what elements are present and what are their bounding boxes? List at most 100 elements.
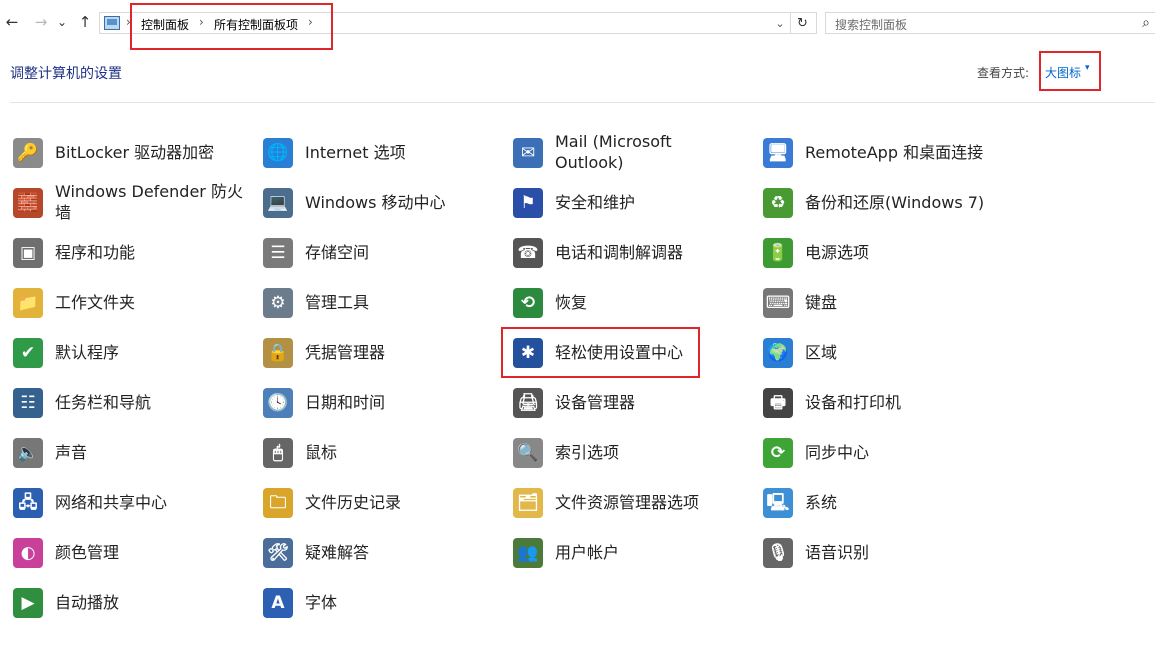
control-panel-item[interactable]: ✔ 默认程序 <box>0 327 245 377</box>
control-panel-item[interactable]: 🔋 电源选项 <box>750 227 995 277</box>
security-flag-icon-glyph: ⚑ <box>513 188 543 218</box>
date-time-icon: 🕓 <box>261 386 295 420</box>
mouse-icon: 🖱 <box>261 436 295 470</box>
network-icon-glyph: 🖧 <box>13 488 43 518</box>
control-panel-item[interactable]: 🌍 区域 <box>750 327 995 377</box>
control-panel-item[interactable]: ▶ 自动播放 <box>0 577 245 627</box>
control-panel-item[interactable]: ☎ 电话和调制解调器 <box>500 227 745 277</box>
control-panel-item[interactable]: ⟳ 同步中心 <box>750 427 995 477</box>
control-panel-item[interactable]: ♻ 备份和还原(Windows 7) <box>750 177 995 227</box>
devices-printers-icon: 🖶 <box>761 386 795 420</box>
sound-icon: 🔈 <box>11 436 45 470</box>
credential-manager-icon: 🔒 <box>261 336 295 370</box>
control-panel-item[interactable]: ☷ 任务栏和导航 <box>0 377 245 427</box>
up-icon[interactable]: ↑ <box>76 13 94 31</box>
work-folders-icon: 📁 <box>11 286 45 320</box>
control-panel-item[interactable]: 🖥 RemoteApp 和桌面连接 <box>750 127 995 177</box>
control-panel-item[interactable]: ⚙ 管理工具 <box>250 277 495 327</box>
control-panel-item[interactable]: 🔑 BitLocker 驱动器加密 <box>0 127 245 177</box>
region-icon-glyph: 🌍 <box>763 338 793 368</box>
control-panel-item[interactable]: 🗂 文件资源管理器选项 <box>500 477 745 527</box>
control-panel-item[interactable]: ✱ 轻松使用设置中心 <box>500 327 745 377</box>
system-icon: 🖳 <box>761 486 795 520</box>
default-programs-icon-glyph: ✔ <box>13 338 43 368</box>
control-panel-item-label: 轻松使用设置中心 <box>555 342 684 362</box>
device-manager-icon: 🖨 <box>511 386 545 420</box>
speech-recognition-icon-glyph: 🎙 <box>763 538 793 568</box>
address-dropdown-icon[interactable]: ⌄ <box>772 13 788 33</box>
recent-locations-icon[interactable]: ⌄ <box>56 13 68 31</box>
refresh-icon[interactable]: ↻ <box>790 13 814 33</box>
control-panel-item[interactable]: ▣ 程序和功能 <box>0 227 245 277</box>
date-time-icon-glyph: 🕓 <box>263 388 293 418</box>
color-management-icon: ◐ <box>11 536 45 570</box>
control-panel-item[interactable]: 🌐 Internet 选项 <box>250 127 495 177</box>
devices-printers-icon-glyph: 🖶 <box>763 388 793 418</box>
control-panel-item[interactable]: 🕓 日期和时间 <box>250 377 495 427</box>
control-panel-item[interactable]: 🧱 Windows Defender 防火墙 <box>0 177 245 227</box>
control-panel-item[interactable]: ⌨ 键盘 <box>750 277 995 327</box>
control-panel-item[interactable]: 🔈 声音 <box>0 427 245 477</box>
keyboard-icon-glyph: ⌨ <box>763 288 793 318</box>
security-flag-icon: ⚑ <box>511 186 545 220</box>
control-panel-item[interactable]: ✉ Mail (Microsoft Outlook) <box>500 127 745 177</box>
breadcrumb-highlight <box>130 3 333 50</box>
control-panel-item-label: 声音 <box>55 442 88 462</box>
control-panel-item[interactable]: ⟲ 恢复 <box>500 277 745 327</box>
search-icon[interactable]: ⌕ <box>1142 15 1150 31</box>
control-panel-item-label: Mail (Microsoft Outlook) <box>555 132 672 172</box>
autoplay-icon: ▶ <box>11 586 45 620</box>
control-panel-item-label: 字体 <box>305 592 338 612</box>
taskbar-icon: ☷ <box>11 386 45 420</box>
taskbar-icon-glyph: ☷ <box>13 388 43 418</box>
ease-of-access-icon: ✱ <box>511 336 545 370</box>
control-panel-item[interactable]: 💻 Windows 移动中心 <box>250 177 495 227</box>
default-programs-icon: ✔ <box>11 336 45 370</box>
control-panel-item-label: 电话和调制解调器 <box>555 242 684 262</box>
bitlocker-icon-glyph: 🔑 <box>13 138 43 168</box>
control-panel-item[interactable]: 🛠 疑难解答 <box>250 527 495 577</box>
control-panel-icon <box>104 16 120 30</box>
control-panel-item[interactable]: 📁 工作文件夹 <box>0 277 245 327</box>
control-panel-item[interactable]: 🖳 系统 <box>750 477 995 527</box>
control-panel-item[interactable]: 🔒 凭据管理器 <box>250 327 495 377</box>
programs-icon-glyph: ▣ <box>13 238 43 268</box>
control-panel-item-label: 电源选项 <box>805 242 870 262</box>
control-panel-item-label: 自动播放 <box>55 592 120 612</box>
color-management-icon-glyph: ◐ <box>13 538 43 568</box>
view-by-dropdown[interactable]: 大图标 <box>1045 64 1081 81</box>
chevron-down-icon[interactable]: ▾ <box>1085 63 1090 73</box>
control-panel-item[interactable]: 🖱 鼠标 <box>250 427 495 477</box>
search-placeholder: 搜索控制面板 <box>835 18 908 32</box>
control-panel-item-label: 网络和共享中心 <box>55 492 168 512</box>
control-panel-item-label: 文件资源管理器选项 <box>555 492 700 512</box>
control-panel-item[interactable]: A 字体 <box>250 577 495 627</box>
search-input[interactable]: 搜索控制面板 ⌕ <box>825 12 1155 34</box>
control-panel-item-label: 任务栏和导航 <box>55 392 152 412</box>
firewall-icon: 🧱 <box>11 186 45 220</box>
indexing-icon: 🔍 <box>511 436 545 470</box>
internet-options-icon: 🌐 <box>261 136 295 170</box>
control-panel-item[interactable]: 👥 用户帐户 <box>500 527 745 577</box>
back-icon[interactable]: ← <box>3 13 21 31</box>
mail-icon-glyph: ✉ <box>513 138 543 168</box>
control-panel-item[interactable]: 🗀 文件历史记录 <box>250 477 495 527</box>
control-panel-item[interactable]: ☰ 存储空间 <box>250 227 495 277</box>
explorer-options-icon: 🗂 <box>511 486 545 520</box>
control-panel-item[interactable]: ◐ 颜色管理 <box>0 527 245 577</box>
control-panel-item-label: 凭据管理器 <box>305 342 386 362</box>
control-panel-item[interactable]: 🖨 设备管理器 <box>500 377 745 427</box>
control-panel-item[interactable]: 🎙 语音识别 <box>750 527 995 577</box>
fonts-icon-glyph: A <box>263 588 293 618</box>
control-panel-item-label: 系统 <box>805 492 838 512</box>
control-panel-item[interactable]: 🔍 索引选项 <box>500 427 745 477</box>
control-panel-item[interactable]: 🖶 设备和打印机 <box>750 377 995 427</box>
forward-icon[interactable]: → <box>32 13 50 31</box>
credential-manager-icon-glyph: 🔒 <box>263 338 293 368</box>
control-panel-item[interactable]: ⚑ 安全和维护 <box>500 177 745 227</box>
control-panel-item-label: Internet 选项 <box>305 142 406 162</box>
control-panel-item-label: 疑难解答 <box>305 542 370 562</box>
keyboard-icon: ⌨ <box>761 286 795 320</box>
control-panel-item[interactable]: 🖧 网络和共享中心 <box>0 477 245 527</box>
sync-center-icon: ⟳ <box>761 436 795 470</box>
